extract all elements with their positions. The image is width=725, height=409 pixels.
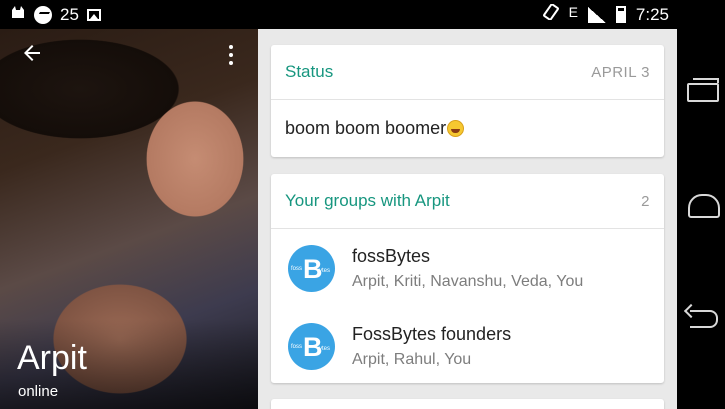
group-avatar: foss B ytes (288, 322, 335, 370)
group-info: FossBytes founders Arpit, Rahul, You (352, 324, 511, 369)
network-type: E (568, 3, 578, 20)
status-text-row: boom boom boomer (271, 100, 664, 157)
battery-icon (615, 6, 626, 23)
more-options-icon[interactable] (224, 43, 238, 69)
status-card: Status APRIL 3 boom boom boomer (271, 45, 664, 157)
back-arrow-icon[interactable] (18, 41, 46, 69)
groups-card-title: Your groups with Arpit (285, 191, 450, 210)
group-avatar: foss B ytes (288, 244, 335, 292)
group-name: FossBytes founders (352, 323, 512, 344)
signal-icon (587, 6, 606, 23)
status-date: APRIL 3 (591, 63, 650, 81)
recent-apps-icon[interactable] (685, 75, 719, 105)
contact-info-panel: Status APRIL 3 boom boom boomer Your gro… (258, 29, 677, 409)
groups-count: 2 (641, 192, 650, 210)
notification-count: 25 (60, 4, 79, 24)
contact-presence: online (18, 383, 59, 400)
cat-icon (10, 4, 26, 25)
status-card-header: Status APRIL 3 (271, 45, 664, 100)
status-text: boom boom boomer (285, 118, 447, 138)
group-members: Arpit, Kriti, Navanshu, Veda, You (352, 272, 584, 290)
messenger-icon (34, 5, 52, 24)
group-list-item[interactable]: foss B ytes FossBytes founders Arpit, Ra… (271, 307, 664, 385)
group-info: fossBytes Arpit, Kriti, Navanshu, Veda, … (352, 246, 583, 291)
status-card-title: Status (285, 62, 334, 81)
home-icon[interactable] (685, 190, 720, 220)
next-card (271, 399, 664, 409)
rotate-icon (542, 3, 559, 25)
grinning-face-icon (447, 120, 465, 137)
group-name: fossBytes (352, 245, 431, 266)
contact-name: Arpit (17, 339, 87, 377)
contact-photo[interactable]: Arpit online (0, 29, 258, 409)
groups-card-header: Your groups with Arpit 2 (271, 174, 664, 229)
back-icon[interactable] (685, 305, 719, 335)
photo-icon (86, 8, 101, 21)
groups-card: Your groups with Arpit 2 foss B ytes fos… (271, 174, 664, 383)
clock: 7:25 (635, 4, 669, 24)
group-members: Arpit, Rahul, You (352, 350, 472, 368)
navigation-bar (677, 0, 725, 409)
status-bar: 25 E 7:25 (0, 0, 677, 29)
group-list-item[interactable]: foss B ytes fossBytes Arpit, Kriti, Nava… (271, 229, 664, 307)
